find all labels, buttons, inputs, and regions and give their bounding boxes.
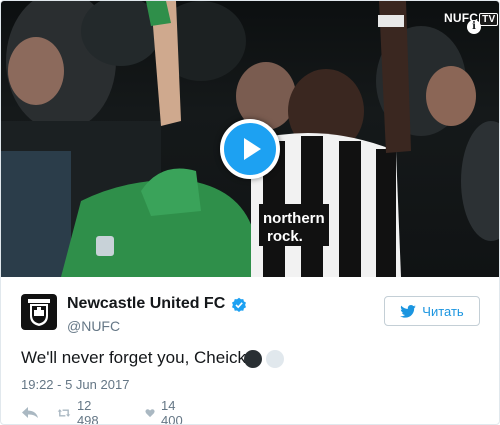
author-handle[interactable]: @NUFC — [67, 318, 120, 334]
svg-text:northern: northern — [263, 210, 325, 227]
channel-tv-badge: TV — [479, 13, 499, 26]
video-player[interactable]: northern rock. NUFC TV i — [1, 1, 499, 277]
avatar[interactable] — [21, 294, 57, 330]
retweet-icon — [57, 409, 71, 417]
verified-badge-icon — [232, 297, 246, 312]
club-crest-icon — [28, 299, 50, 326]
twitter-bird-icon — [400, 304, 417, 318]
retweet-button[interactable]: 12 498 — [57, 398, 105, 424]
like-count: 14 400 — [161, 398, 183, 425]
embedded-tweet-card: northern rock. NUFC TV i Newcastle United… — [0, 0, 500, 425]
info-icon[interactable]: i — [467, 20, 481, 34]
tweet-timestamp[interactable]: 19:22 - 5 Jun 2017 — [21, 377, 129, 392]
play-button[interactable] — [220, 119, 280, 179]
author-name[interactable]: Newcastle United FC — [67, 295, 225, 313]
like-button[interactable]: 14 400 — [145, 398, 188, 424]
svg-text:rock.: rock. — [267, 228, 303, 245]
play-icon — [244, 138, 261, 160]
heart-icon — [145, 409, 155, 418]
white-circle-emoji — [266, 350, 284, 368]
follow-button-label: Читать — [422, 303, 464, 319]
black-circle-emoji — [244, 350, 262, 368]
follow-button[interactable]: Читать — [384, 296, 480, 326]
reply-button[interactable] — [21, 404, 39, 422]
tweet-text: We'll never forget you, Cheick. — [21, 348, 251, 367]
reply-icon — [22, 407, 38, 418]
retweet-count: 12 498 — [76, 398, 99, 425]
